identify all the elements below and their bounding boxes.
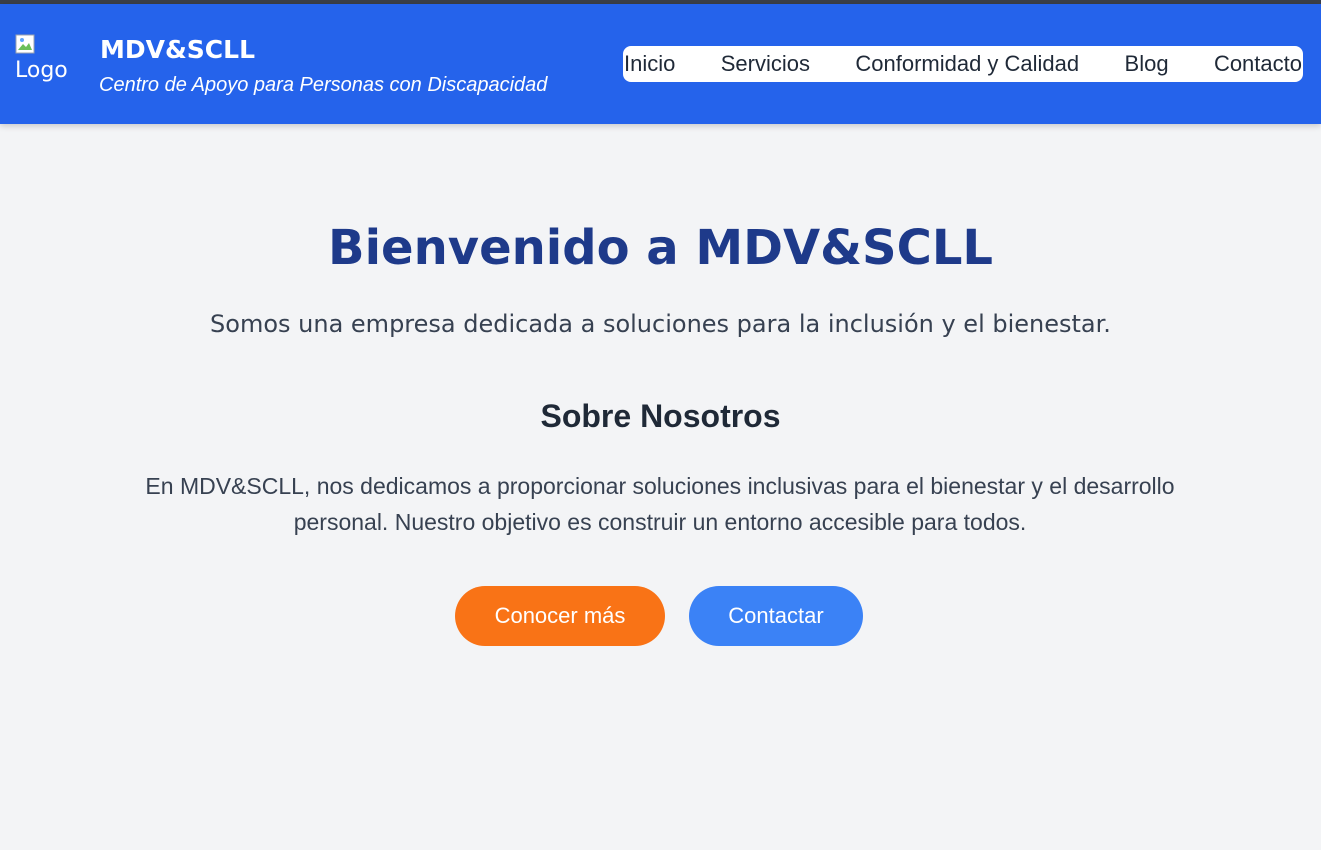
- logo-alt-text: Logo: [15, 58, 68, 83]
- nav-link-blog[interactable]: Blog: [1124, 51, 1170, 77]
- contact-button[interactable]: Contactar: [689, 586, 863, 646]
- site-header: Logo MDV&SCLL Centro de Apoyo para Perso…: [0, 4, 1321, 124]
- brand-subtitle: Centro de Apoyo para Personas con Discap…: [99, 74, 548, 96]
- hero-title: Bienvenido a MDV&SCLL: [328, 220, 993, 276]
- nav-link-inicio[interactable]: Inicio: [623, 51, 676, 77]
- main-content: Bienvenido a MDV&SCLL Somos una empresa …: [0, 124, 1321, 850]
- nav-link-contacto[interactable]: Contacto: [1213, 51, 1303, 77]
- nav-link-servicios[interactable]: Servicios: [720, 51, 811, 77]
- brand-title: MDV&SCLL: [100, 35, 255, 64]
- main-nav: Inicio Servicios Conformidad y Calidad B…: [623, 46, 1303, 82]
- broken-image-icon: [15, 34, 35, 54]
- about-heading: Sobre Nosotros: [540, 398, 781, 434]
- hero-subtitle: Somos una empresa dedicada a soluciones …: [210, 310, 1111, 338]
- nav-link-conformidad-calidad[interactable]: Conformidad y Calidad: [854, 51, 1080, 77]
- about-text: En MDV&SCLL, nos dedicamos a proporciona…: [145, 473, 1175, 535]
- logo[interactable]: Logo: [15, 34, 75, 96]
- learn-more-button[interactable]: Conocer más: [455, 586, 665, 646]
